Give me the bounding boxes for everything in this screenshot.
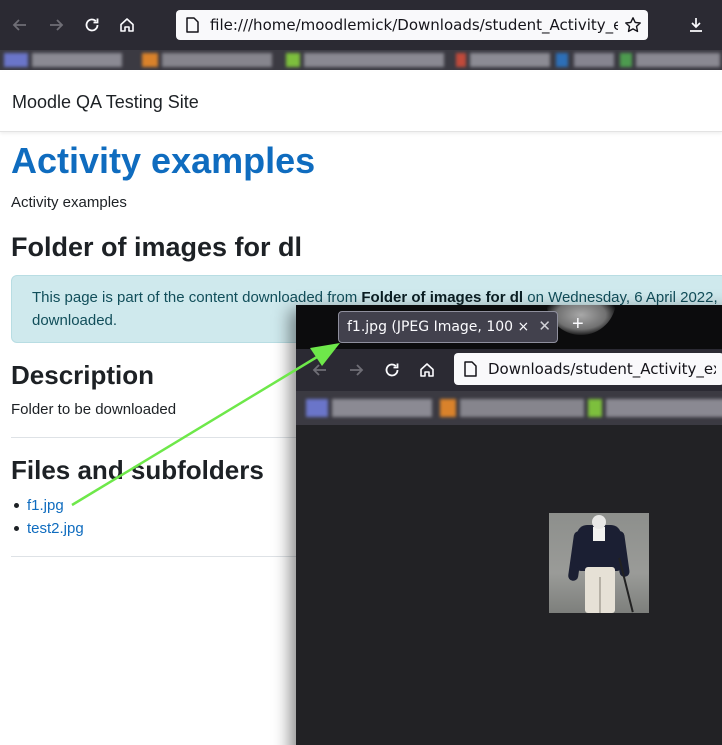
bookmarks-toolbar (0, 50, 722, 70)
reload-button[interactable] (79, 12, 105, 38)
star-icon[interactable] (624, 16, 642, 34)
reload-icon (85, 18, 99, 32)
page-title: Activity examples (11, 140, 316, 181)
bookmarks-toolbar (296, 391, 722, 425)
info-suffix: on Wednesday, 6 April 2022, (523, 289, 718, 306)
image-viewer-area (296, 425, 722, 745)
download-icon (690, 18, 702, 32)
downloads-button[interactable] (683, 12, 709, 38)
forward-button[interactable] (43, 12, 69, 38)
close-icon[interactable]: ✕ (538, 317, 551, 335)
back-button[interactable] (307, 357, 333, 383)
list-item: f1.jpg (11, 494, 84, 517)
divider (11, 556, 311, 557)
file-link-f1[interactable]: f1.jpg (27, 497, 64, 514)
info-prefix: This page is part of the content downloa… (32, 289, 362, 306)
list-item: test2.jpg (11, 517, 84, 540)
folder-heading: Folder of images for dl (11, 232, 303, 262)
file-list: f1.jpg test2.jpg (11, 494, 84, 540)
home-button[interactable] (414, 357, 440, 383)
arrow-right-icon (50, 19, 64, 31)
plus-icon[interactable]: + (572, 313, 584, 336)
reload-button[interactable] (379, 357, 405, 383)
file-link-test2[interactable]: test2.jpg (27, 520, 84, 537)
tab-f1-image[interactable]: f1.jpg (JPEG Image, 100 × 100 pixels) ✕ (338, 311, 558, 343)
info-folder-name: Folder of images for dl (361, 289, 524, 306)
f1-image (549, 513, 649, 613)
reload-icon (385, 363, 399, 377)
info-line2: downloaded. (32, 312, 118, 329)
browser-toolbar: file:///home/moodlemick/Downloads/studen… (0, 0, 722, 50)
divider (11, 437, 311, 438)
page-icon (464, 361, 477, 377)
home-icon (120, 18, 134, 32)
url-text[interactable]: file:///home/moodlemick/Downloads/studen… (210, 15, 618, 35)
arrow-left-icon (312, 364, 326, 376)
files-heading: Files and subfolders (11, 455, 264, 485)
home-icon (420, 363, 434, 377)
viewer-toolbar: Downloads/student_Activity_examples/f1.j… (296, 349, 722, 391)
home-button[interactable] (114, 12, 140, 38)
back-button[interactable] (7, 12, 33, 38)
image-viewer-window: f1.jpg (JPEG Image, 100 × 100 pixels) ✕ … (296, 305, 722, 745)
url-bar[interactable]: Downloads/student_Activity_examples/f1.j… (454, 353, 722, 385)
description-heading: Description (11, 360, 155, 390)
breadcrumb[interactable]: Activity examples (11, 194, 127, 211)
url-text[interactable]: Downloads/student_Activity_examples/f1.j… (488, 360, 716, 378)
site-header: Moodle QA Testing Site (0, 72, 722, 132)
arrow-left-icon (12, 19, 26, 31)
forward-button[interactable] (343, 357, 369, 383)
page-icon (186, 17, 199, 33)
description-text: Folder to be downloaded (11, 401, 177, 418)
tab-title: f1.jpg (JPEG Image, 100 × 100 pixels) (347, 319, 535, 335)
site-name[interactable]: Moodle QA Testing Site (12, 92, 199, 113)
arrow-right-icon (350, 364, 364, 376)
tab-strip: f1.jpg (JPEG Image, 100 × 100 pixels) ✕ … (296, 305, 722, 349)
url-bar[interactable]: file:///home/moodlemick/Downloads/studen… (176, 10, 648, 40)
